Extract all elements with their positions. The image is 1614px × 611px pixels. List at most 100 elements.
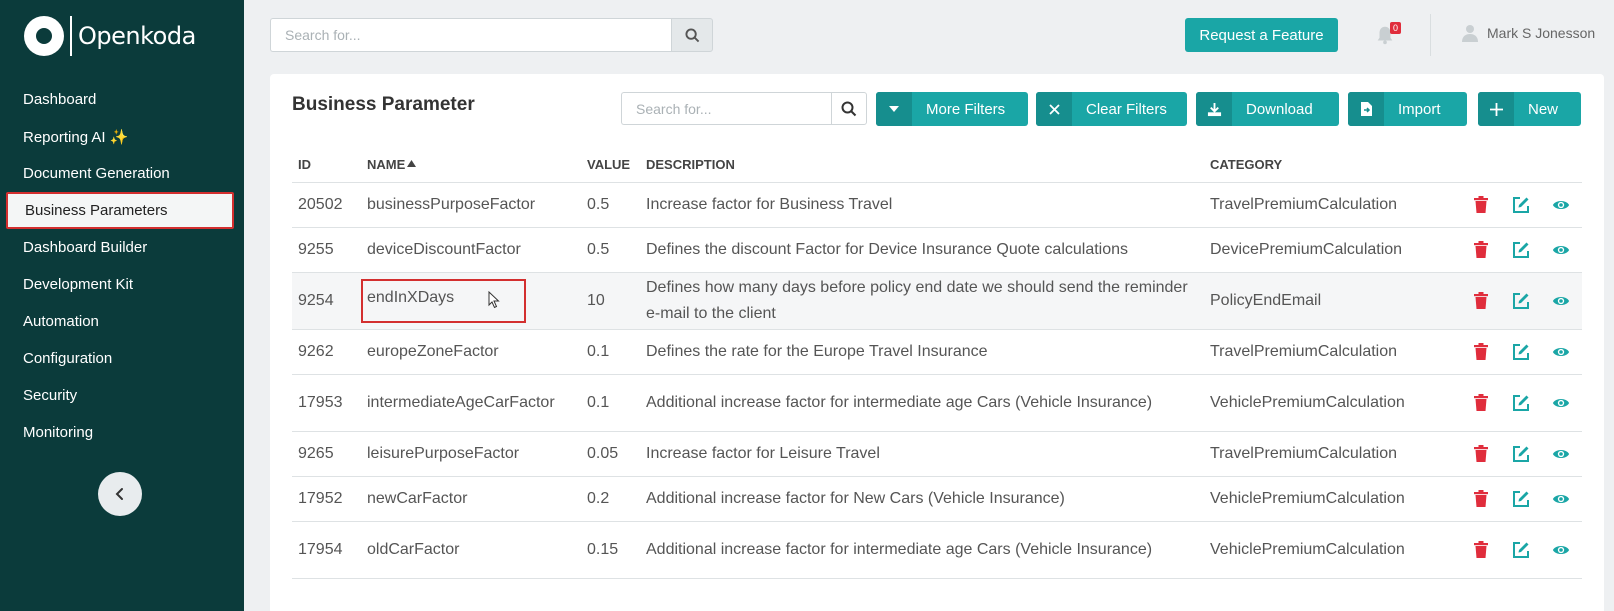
cell-category: VehiclePremiumCalculation — [1204, 476, 1449, 522]
delete-button[interactable] — [1472, 292, 1490, 310]
table-search-button[interactable] — [831, 92, 867, 125]
delete-button[interactable] — [1472, 541, 1490, 559]
openkoda-logo[interactable]: Openkoda — [24, 16, 196, 56]
view-button[interactable] — [1552, 541, 1570, 559]
delete-button[interactable] — [1472, 445, 1490, 463]
edit-button[interactable] — [1512, 490, 1530, 508]
new-button[interactable]: New — [1478, 92, 1581, 126]
sidebar-item-monitoring[interactable]: Monitoring — [0, 414, 244, 451]
edit-button[interactable] — [1512, 445, 1530, 463]
highlighted-name[interactable]: endInXDays — [361, 278, 527, 323]
cell-name[interactable]: oldCarFactor — [361, 521, 581, 579]
more-filters-button[interactable]: More Filters — [876, 92, 1028, 126]
table-row[interactable]: 17953 intermediateAgeCarFactor 0.1 Addition… — [292, 374, 1582, 432]
mouse-pointer-icon — [488, 290, 500, 308]
column-header-description[interactable]: DESCRIPTION — [640, 147, 1204, 183]
cell-name[interactable]: endInXDays — [361, 272, 581, 330]
cell-name[interactable]: intermediateAgeCarFactor — [361, 374, 581, 432]
cell-id: 17953 — [292, 374, 361, 432]
sidebar-item-dashboard-builder[interactable]: Dashboard Builder — [0, 229, 244, 266]
sidebar-nav: Dashboard Reporting AI ✨ Document Genera… — [0, 81, 244, 451]
cell-description: Defines the discount Factor for Device I… — [640, 227, 1204, 273]
cell-actions — [1449, 521, 1582, 579]
file-import-icon — [1360, 102, 1372, 116]
plus-icon — [1489, 102, 1503, 116]
table-row[interactable]: 9254 endInXDays 10 Defines how many days be… — [292, 272, 1582, 330]
user-name: Mark S Jonesson — [1487, 25, 1596, 41]
global-search-button[interactable] — [671, 18, 713, 52]
cell-id: 9265 — [292, 431, 361, 477]
delete-button[interactable] — [1472, 343, 1490, 361]
cell-actions — [1449, 182, 1582, 228]
view-button[interactable] — [1552, 343, 1570, 361]
cell-category: TravelPremiumCalculation — [1204, 431, 1449, 477]
edit-button[interactable] — [1512, 196, 1530, 214]
cell-name[interactable]: leisurePurposeFactor — [361, 431, 581, 477]
sidebar-item-development-kit[interactable]: Development Kit — [0, 266, 244, 303]
sort-up-icon — [407, 159, 417, 167]
sidebar-collapse-button[interactable] — [98, 472, 142, 516]
sidebar-item-automation[interactable]: Automation — [0, 303, 244, 340]
view-button[interactable] — [1552, 490, 1570, 508]
trash-icon — [1474, 241, 1488, 258]
table-header-row: ID NAME VALUE DESCRIPTION CATEGORY — [292, 147, 1582, 183]
cell-id: 9255 — [292, 227, 361, 273]
delete-button[interactable] — [1472, 241, 1490, 259]
header-divider — [1430, 14, 1431, 56]
cell-actions — [1449, 329, 1582, 375]
delete-button[interactable] — [1472, 490, 1490, 508]
eye-icon — [1552, 245, 1570, 254]
delete-button[interactable] — [1472, 394, 1490, 412]
sidebar-item-document-generation[interactable]: Document Generation — [0, 155, 244, 192]
cell-actions — [1449, 374, 1582, 432]
cell-name[interactable]: deviceDiscountFactor — [361, 227, 581, 273]
search-icon — [684, 27, 699, 42]
sidebar-item-dashboard[interactable]: Dashboard — [0, 81, 244, 118]
request-feature-button[interactable]: Request a Feature — [1185, 18, 1338, 52]
global-search-input[interactable] — [270, 18, 671, 52]
table-row[interactable]: 17954 oldCarFactor 0.15 Additional increase… — [292, 521, 1582, 579]
cell-description: Additional increase factor for intermedi… — [640, 521, 1204, 579]
table-row[interactable]: 9262 europeZoneFactor 0.1 Defines the rate … — [292, 329, 1582, 375]
edit-button[interactable] — [1512, 241, 1530, 259]
page-title: Business Parameter — [292, 94, 475, 115]
view-button[interactable] — [1552, 196, 1570, 214]
delete-button[interactable] — [1472, 196, 1490, 214]
column-header-value[interactable]: VALUE — [581, 147, 640, 183]
view-button[interactable] — [1552, 292, 1570, 310]
edit-button[interactable] — [1512, 541, 1530, 559]
business-parameters-table: ID NAME VALUE DESCRIPTION CATEGORY 20502… — [292, 147, 1582, 579]
user-menu[interactable]: Mark S Jonesson — [1462, 24, 1595, 42]
column-header-category[interactable]: CATEGORY — [1204, 147, 1449, 183]
eye-icon — [1552, 494, 1570, 503]
view-button[interactable] — [1552, 445, 1570, 463]
cell-actions — [1449, 272, 1582, 330]
download-button[interactable]: Download — [1196, 92, 1339, 126]
view-button[interactable] — [1552, 394, 1570, 412]
cell-name[interactable]: newCarFactor — [361, 476, 581, 522]
sidebar-item-reporting-ai[interactable]: Reporting AI ✨ — [0, 118, 244, 155]
table-row[interactable]: 17952 newCarFactor 0.2 Additional increase … — [292, 476, 1582, 522]
edit-button[interactable] — [1512, 343, 1530, 361]
table-row[interactable]: 9265 leisurePurposeFactor 0.05 Increase fac… — [292, 431, 1582, 477]
edit-button[interactable] — [1512, 394, 1530, 412]
table-row[interactable]: 20502 businessPurposeFactor 0.5 Increase fa… — [292, 182, 1582, 228]
cell-name[interactable]: businessPurposeFactor — [361, 182, 581, 228]
clear-filters-button[interactable]: Clear Filters — [1036, 92, 1187, 126]
sidebar-item-business-parameters[interactable]: Business Parameters — [6, 192, 234, 229]
cell-name[interactable]: europeZoneFactor — [361, 329, 581, 375]
new-label: New — [1528, 100, 1559, 118]
table-row[interactable]: 9255 deviceDiscountFactor 0.5 Defines the d… — [292, 227, 1582, 273]
logo-text: Openkoda — [78, 22, 196, 50]
column-header-name[interactable]: NAME — [361, 147, 581, 183]
close-icon — [1048, 103, 1060, 115]
table-search-input[interactable] — [621, 92, 831, 125]
eye-icon — [1552, 200, 1570, 209]
view-button[interactable] — [1552, 241, 1570, 259]
column-header-id[interactable]: ID — [292, 147, 361, 183]
sidebar-item-configuration[interactable]: Configuration — [0, 340, 244, 377]
sidebar-item-security[interactable]: Security — [0, 377, 244, 414]
import-button[interactable]: Import — [1348, 92, 1467, 126]
cell-name-text: endInXDays — [367, 288, 455, 306]
edit-button[interactable] — [1512, 292, 1530, 310]
